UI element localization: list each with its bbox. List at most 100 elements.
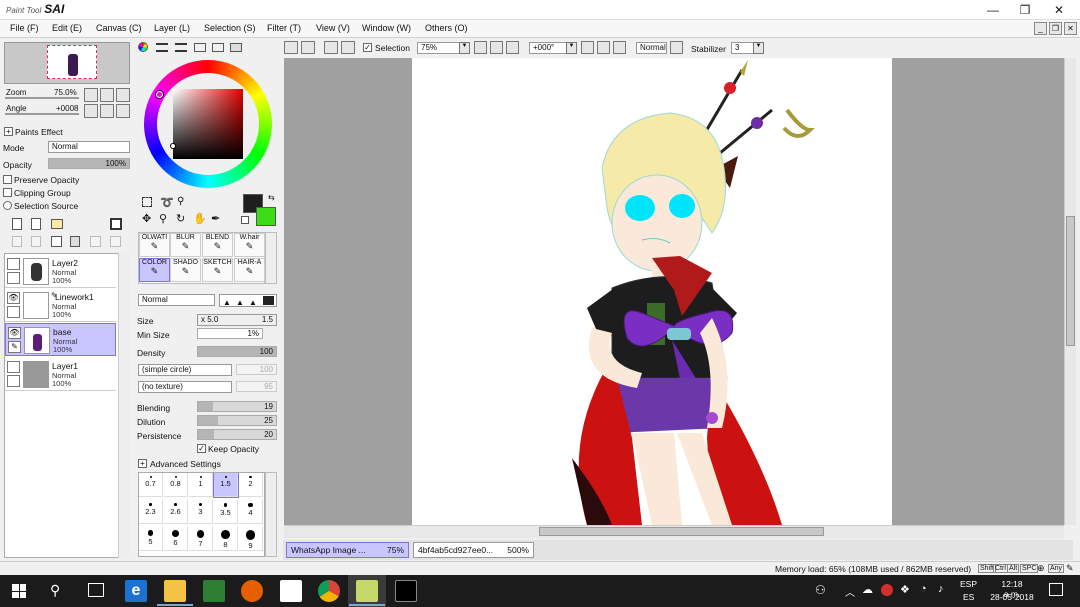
angle-slider[interactable] <box>5 113 79 115</box>
horizontal-scrollbar[interactable] <box>284 525 1064 538</box>
hand-icon[interactable]: ✋ <box>193 212 207 225</box>
persistence-bar[interactable]: 20 <box>197 429 277 440</box>
brush-size-cell[interactable]: 2.6 <box>164 500 188 524</box>
lasso-icon[interactable]: ➰ <box>160 196 174 209</box>
firefox-icon[interactable] <box>241 580 263 602</box>
brush-shape-select[interactable]: (simple circle) <box>138 364 232 376</box>
layer-row-base[interactable]: 👁 ✎ base Normal 100% <box>5 323 116 356</box>
tool-hair-a[interactable]: HAIR-A ✎ <box>234 258 265 282</box>
move-icon[interactable]: ✥ <box>142 212 151 225</box>
menu-canvas[interactable]: Canvas (C) <box>96 23 142 33</box>
preserve-opacity-checkbox[interactable] <box>3 175 12 184</box>
tool-olwati[interactable]: OLWATI ✎ <box>139 233 170 257</box>
brush-size-cell[interactable]: 4 <box>239 500 263 524</box>
close-button[interactable]: ✕ <box>1046 2 1072 18</box>
tool-w-hair[interactable]: W.hair ✎ <box>234 233 265 257</box>
document-tab-4bf4ab[interactable]: 4bf4ab5cd927ee0... 500% <box>413 542 534 558</box>
magic-wand-icon[interactable]: ⚲ <box>177 196 184 207</box>
notification-center-icon[interactable] <box>1049 583 1063 596</box>
rotate-right-icon[interactable] <box>597 41 610 54</box>
brush-size-cell[interactable]: 2 <box>239 473 263 497</box>
brush-texture-select[interactable]: (no texture) <box>138 381 232 393</box>
menu-window[interactable]: Window (W) <box>362 23 411 33</box>
color-marker[interactable] <box>170 143 176 149</box>
transparent-color-icon[interactable] <box>241 216 249 224</box>
zoom-reset-icon[interactable] <box>506 41 519 54</box>
blending-bar[interactable]: 19 <box>197 401 277 412</box>
chevron-up-icon[interactable]: ︿ <box>845 584 855 599</box>
people-icon[interactable]: ⚇ <box>815 583 826 597</box>
swap-colors-icon[interactable]: ⇆ <box>268 193 275 202</box>
brush-size-cell[interactable]: 0.7 <box>139 473 163 497</box>
antivirus-icon[interactable] <box>881 584 893 596</box>
merge-down-icon[interactable] <box>31 236 41 247</box>
brush-icon[interactable]: ✎ <box>8 341 21 353</box>
volume-icon[interactable]: ♪ <box>938 583 944 595</box>
tool-blur[interactable]: BLUR ✎ <box>170 233 201 257</box>
layer-row-linework1[interactable]: 👁 Linework1 ✎ Normal 100% <box>5 289 116 322</box>
advanced-settings-header[interactable]: Advanced Settings <box>150 459 221 469</box>
dilution-bar[interactable]: 25 <box>197 415 277 426</box>
menu-file[interactable]: File (F) <box>10 23 39 33</box>
minimize-button[interactable]: — <box>980 2 1006 18</box>
menu-view[interactable]: View (V) <box>316 23 350 33</box>
tool-blend[interactable]: BLEND ✎ <box>202 233 233 257</box>
hue-ring[interactable] <box>144 60 272 188</box>
visibility-toggle[interactable] <box>7 361 20 373</box>
keyboard-layout-indicator[interactable]: ES <box>963 592 974 602</box>
clipping-group-checkbox[interactable] <box>3 188 12 197</box>
brush-size-cell[interactable]: 0.8 <box>164 473 188 497</box>
brush-size-cell[interactable]: 1.5 <box>213 473 239 498</box>
rotate-left-icon[interactable] <box>581 41 594 54</box>
chevron-down-icon[interactable]: ▼ <box>566 42 577 54</box>
layers-scrollbar[interactable] <box>118 253 130 558</box>
density-bar[interactable]: 100 <box>197 346 277 357</box>
brush-size-cell[interactable]: 5 <box>139 527 163 551</box>
menu-selection[interactable]: Selection (S) <box>204 23 256 33</box>
secondary-color-swatch[interactable] <box>256 207 276 226</box>
new-folder-icon[interactable] <box>51 219 63 229</box>
brush-size-cell[interactable]: 2.3 <box>139 500 163 524</box>
rotate-right-icon[interactable] <box>100 104 114 118</box>
zoom-tool-icon[interactable]: ⚲ <box>159 212 167 225</box>
document-tab-whatsapp[interactable]: WhatsApp Image ... 75% <box>286 542 409 558</box>
layer-mode-select[interactable]: Normal <box>48 141 130 153</box>
notepad-icon[interactable] <box>280 580 302 602</box>
tool-sketch[interactable]: SKETCH ✎ <box>202 258 233 282</box>
rotate-tool-icon[interactable]: ↻ <box>176 212 185 225</box>
zoom-out-icon[interactable] <box>84 88 98 102</box>
plus-icon[interactable]: + <box>138 459 147 468</box>
new-linework-layer-icon[interactable] <box>31 218 41 230</box>
canvas-document[interactable] <box>412 58 892 525</box>
keep-opacity-checkbox[interactable]: ✓ <box>197 444 206 453</box>
hsv-slider-tab-icon[interactable] <box>175 43 187 52</box>
zoom-slider[interactable] <box>5 97 79 99</box>
visibility-toggle[interactable] <box>7 258 20 270</box>
invert-selection-icon[interactable] <box>341 41 355 54</box>
zoom-in-icon[interactable] <box>100 88 114 102</box>
eye-icon[interactable]: 👁 <box>8 327 21 339</box>
layer-row-layer1[interactable]: Layer1 Normal 100% <box>5 358 116 391</box>
deselect-icon[interactable] <box>324 41 338 54</box>
rotate-reset-icon[interactable] <box>116 104 130 118</box>
chevron-down-icon[interactable]: ▼ <box>753 42 764 54</box>
new-layer-icon[interactable] <box>12 218 22 230</box>
zoom-out-icon[interactable] <box>474 41 487 54</box>
brush-size-cell[interactable]: 8 <box>214 527 238 551</box>
flip-icon[interactable] <box>670 41 683 54</box>
selection-checkbox[interactable]: ✓ <box>363 43 372 52</box>
vertical-scrollbar[interactable] <box>1064 58 1076 525</box>
tool-palette-scrollbar[interactable] <box>265 232 277 284</box>
selection-source-radio[interactable] <box>3 201 12 210</box>
eye-icon[interactable]: 👁 <box>7 292 20 304</box>
sai-taskbar-button[interactable] <box>348 575 386 607</box>
edge-icon[interactable]: e <box>125 580 147 602</box>
brush-mode-select[interactable]: Normal <box>138 294 215 306</box>
navigator-viewport[interactable] <box>47 45 97 79</box>
merge-visible-icon[interactable] <box>90 236 101 247</box>
size-field[interactable]: x 5.0 1.5 <box>197 314 277 326</box>
file-explorer-icon[interactable] <box>164 580 186 602</box>
scratchpad-tab-icon[interactable] <box>230 43 242 52</box>
tool-shado[interactable]: SHADO ✎ <box>170 258 201 282</box>
brush-size-cell[interactable]: 1 <box>189 473 213 497</box>
